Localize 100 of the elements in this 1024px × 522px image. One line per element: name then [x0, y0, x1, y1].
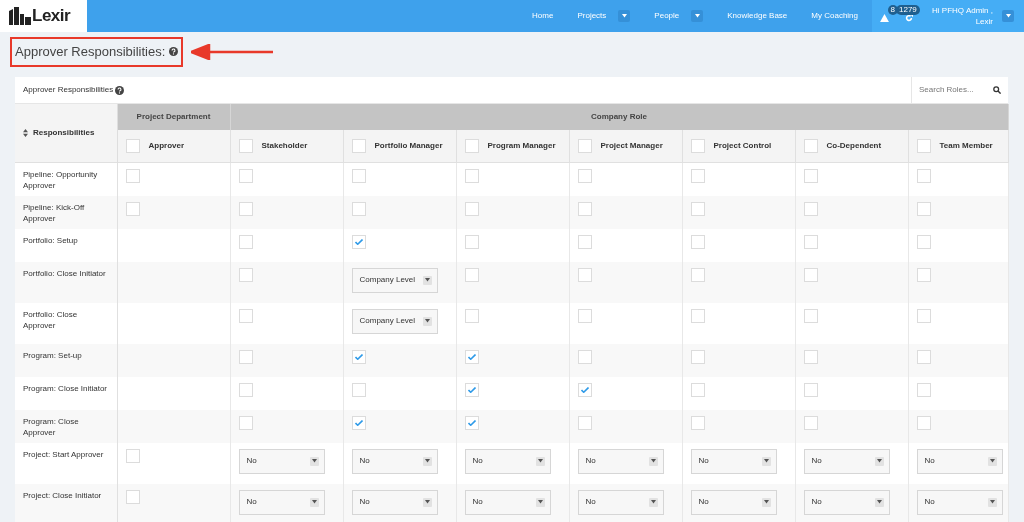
- caret-icon[interactable]: [1002, 10, 1014, 22]
- checkbox[interactable]: [916, 267, 931, 282]
- checkbox[interactable]: [577, 169, 592, 183]
- checkbox[interactable]: [690, 169, 705, 183]
- dropdown[interactable]: Company Level: [351, 308, 438, 334]
- checkbox[interactable]: [916, 169, 931, 183]
- checkbox[interactable]: [238, 382, 253, 397]
- caret-icon[interactable]: [618, 10, 631, 22]
- checkbox[interactable]: [577, 234, 592, 249]
- dropdown[interactable]: No: [577, 489, 664, 515]
- caret-icon[interactable]: [761, 456, 771, 466]
- caret-icon[interactable]: [691, 10, 704, 22]
- checkbox[interactable]: [464, 267, 479, 282]
- checkbox[interactable]: [238, 234, 253, 249]
- caret-icon[interactable]: [987, 497, 997, 507]
- checkbox[interactable]: [690, 308, 705, 323]
- caret-icon[interactable]: [422, 316, 432, 326]
- checkbox[interactable]: [690, 138, 705, 153]
- dropdown[interactable]: No: [916, 448, 1003, 474]
- checkbox[interactable]: [803, 201, 818, 216]
- checkbox[interactable]: [238, 201, 253, 216]
- checkbox[interactable]: [464, 169, 479, 183]
- checkbox[interactable]: [351, 138, 366, 153]
- checkbox[interactable]: [238, 349, 253, 364]
- checkbox[interactable]: [916, 349, 931, 364]
- checkbox[interactable]: [916, 234, 931, 249]
- checkbox[interactable]: [577, 415, 592, 430]
- warning-icon[interactable]: [880, 14, 889, 22]
- checkbox[interactable]: [238, 308, 253, 323]
- checkbox[interactable]: [690, 234, 705, 249]
- checkbox[interactable]: [690, 349, 705, 364]
- checkbox[interactable]: [464, 349, 479, 364]
- checkbox[interactable]: [351, 349, 366, 364]
- checkbox[interactable]: [125, 138, 140, 153]
- checkbox[interactable]: [577, 267, 592, 282]
- checkbox[interactable]: [238, 415, 253, 430]
- caret-icon[interactable]: [761, 497, 771, 507]
- checkbox[interactable]: [803, 169, 818, 183]
- caret-icon[interactable]: [422, 456, 432, 466]
- checkbox[interactable]: [803, 415, 818, 430]
- checkbox[interactable]: [577, 308, 592, 323]
- caret-icon[interactable]: [648, 456, 658, 466]
- dropdown[interactable]: No: [916, 489, 1003, 515]
- dropdown[interactable]: No: [464, 448, 551, 474]
- checkbox[interactable]: [351, 201, 366, 216]
- caret-icon[interactable]: [535, 497, 545, 507]
- checkbox[interactable]: [916, 382, 931, 397]
- dropdown[interactable]: No: [690, 489, 777, 515]
- dropdown[interactable]: No: [577, 448, 664, 474]
- checkbox[interactable]: [803, 308, 818, 323]
- help-icon[interactable]: [169, 47, 179, 57]
- logo[interactable]: Lexir: [0, 0, 87, 32]
- help-icon[interactable]: [115, 85, 125, 95]
- checkbox[interactable]: [803, 138, 818, 153]
- checkbox[interactable]: [464, 382, 479, 397]
- checkbox[interactable]: [690, 415, 705, 430]
- checkbox[interactable]: [238, 267, 253, 282]
- dropdown[interactable]: No: [351, 448, 438, 474]
- checkbox[interactable]: [803, 267, 818, 282]
- checkbox[interactable]: [803, 234, 818, 249]
- checkbox[interactable]: [351, 169, 366, 183]
- checkbox[interactable]: [916, 308, 931, 323]
- caret-icon[interactable]: [309, 497, 319, 507]
- caret-icon[interactable]: [874, 456, 884, 466]
- checkbox[interactable]: [125, 201, 140, 216]
- checkbox[interactable]: [464, 308, 479, 323]
- search-field[interactable]: Search Roles...: [919, 83, 989, 96]
- checkbox[interactable]: [577, 349, 592, 364]
- checkbox[interactable]: [238, 169, 253, 183]
- checkbox[interactable]: [916, 201, 931, 216]
- checkbox[interactable]: [464, 234, 479, 249]
- caret-icon[interactable]: [422, 275, 432, 285]
- caret-icon[interactable]: [535, 456, 545, 466]
- sort-icon[interactable]: [23, 128, 28, 137]
- checkbox[interactable]: [464, 415, 479, 430]
- checkbox[interactable]: [577, 382, 592, 397]
- dropdown[interactable]: No: [464, 489, 551, 515]
- checkbox[interactable]: [690, 201, 705, 216]
- refresh-icon[interactable]: [905, 14, 913, 22]
- checkbox[interactable]: [916, 138, 931, 153]
- caret-icon[interactable]: [987, 456, 997, 466]
- dropdown[interactable]: No: [238, 489, 325, 515]
- caret-icon[interactable]: [309, 456, 319, 466]
- checkbox[interactable]: [464, 201, 479, 216]
- checkbox[interactable]: [125, 169, 140, 183]
- checkbox[interactable]: [803, 349, 818, 364]
- checkbox[interactable]: [803, 382, 818, 397]
- checkbox[interactable]: [351, 234, 366, 249]
- dropdown[interactable]: No: [238, 448, 325, 474]
- checkbox[interactable]: [577, 138, 592, 153]
- checkbox[interactable]: [464, 138, 479, 153]
- column-header[interactable]: Responsibilities: [33, 126, 95, 139]
- checkbox[interactable]: [125, 448, 140, 463]
- checkbox[interactable]: [351, 415, 366, 430]
- checkbox[interactable]: [351, 382, 366, 397]
- checkbox[interactable]: [238, 138, 253, 153]
- dropdown[interactable]: No: [803, 448, 890, 474]
- dropdown[interactable]: Company Level: [351, 267, 438, 293]
- dropdown[interactable]: No: [803, 489, 890, 515]
- caret-icon[interactable]: [648, 497, 658, 507]
